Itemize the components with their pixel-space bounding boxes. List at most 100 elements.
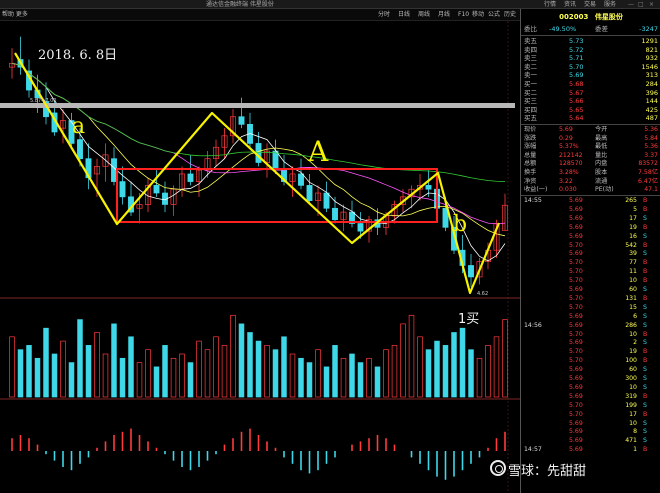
tick-side: S [643,419,647,427]
tick-price: 5.69 [569,312,583,320]
order-price: 5.65 [569,105,584,114]
order-book-row[interactable]: 买三 5.66 144 [521,97,660,105]
tick-price: 5.69 [569,250,583,258]
minimize-icon[interactable]: — [628,0,634,9]
toolbar-weekly[interactable]: 周线 [418,10,430,20]
volume-bar [289,353,296,398]
tick-side: B [643,446,648,454]
tick-side: B [643,348,648,356]
tick-price: 5.70 [569,348,583,356]
candle-body [187,173,194,182]
ratio-label: 委比 [524,25,537,33]
toolbar-formula[interactable]: 公式 [488,10,500,20]
candles [9,36,508,287]
toolbar-monthly[interactable]: 月线 [438,10,450,20]
tick-time: 14:56 [524,321,542,329]
window-title-bar: 通达信金融终端 伟星股份 行情 资讯 交易 服务 — □ × [0,0,660,9]
order-book-row[interactable]: 卖三 5.71 932 [521,54,660,62]
toolbar-history[interactable]: 历史 [504,10,516,20]
order-book-row[interactable]: 买四 5.65 425 [521,106,660,114]
order-price: 5.66 [569,97,584,106]
volume-bar [255,340,262,398]
chart-grid [0,21,520,493]
volume-bar [230,314,236,398]
quote-row: 换手 3.28% 股本 7.58亿 [521,169,660,178]
quote-label: 内盘 [595,160,608,168]
volume-bar [476,357,483,398]
quote-value: 0.29 [559,134,573,142]
volume-bar [34,357,41,398]
tick-price: 5.69 [569,392,583,400]
tick-row: 5.69 17 S [521,215,660,224]
close-icon[interactable]: × [649,0,654,9]
order-book-row[interactable]: 买五 5.64 487 [521,114,660,122]
order-book-row[interactable]: 买二 5.67 396 [521,89,660,97]
tick-time: 14:57 [524,446,542,454]
menu-item-service[interactable]: 服务 [604,0,616,9]
quote-row: 涨跌 0.29 最高 5.84 [521,135,660,144]
menu-item-market[interactable]: 行情 [544,0,556,9]
toolbar-intraday[interactable]: 分时 [378,10,390,20]
tick-row: 5.69 6 S [521,313,660,322]
tick-volume: 542 [625,241,637,249]
tick-price: 5.70 [569,268,583,276]
order-level-label: 买一 [524,80,537,88]
toolbar-daily[interactable]: 日线 [398,10,410,20]
stock-header: 002003 伟星股份 [521,11,660,23]
resistance-label: 5.87↔7.00 [30,98,56,104]
order-book-row[interactable]: 卖五 5.73 1291 [521,37,660,45]
order-book-row[interactable]: 卖四 5.72 821 [521,46,660,54]
toolbar-move[interactable]: 移动 [472,10,484,20]
window-title: 通达信金融终端 伟星股份 [206,1,274,8]
tick-side: S [643,401,647,409]
order-book-row[interactable]: 卖一 5.69 313 [521,71,660,79]
resistance-band [0,103,515,108]
volume-bar [213,336,219,398]
volume-bar [187,362,194,398]
tick-price: 5.70 [569,401,583,409]
volume-bar [26,345,32,398]
tick-time: 14:55 [524,197,542,204]
quote-label: 收益(一) [524,186,548,194]
candle-body [238,116,245,125]
tick-row: 5.70 11 B [521,268,660,277]
tick-price: 5.70 [569,277,583,285]
tick-price: 5.70 [569,294,583,302]
volume-bar [68,362,75,398]
chart-toolbar: 帮助 更多 分时 日线 周线 月线 F10 移动 公式 历史 [0,9,520,21]
maximize-icon[interactable]: □ [638,0,644,9]
menu-item-news[interactable]: 资讯 [564,0,576,9]
volume-bar [9,336,15,398]
candle-body [306,185,313,201]
low-label: 4.62 [477,291,488,297]
toolbar-help[interactable]: 帮助 更多 [2,10,28,20]
tick-volume: 100 [625,357,637,365]
candle-body [357,223,364,232]
toolbar-f10[interactable]: F10 [458,10,469,20]
order-book-row[interactable]: 卖二 5.70 1546 [521,63,660,71]
quote-row: 总量 212142 量比 3.37 [521,152,660,161]
tick-side: B [643,330,648,338]
quote-value: 5.37% [559,143,579,151]
candle-body [425,185,432,190]
order-book-row[interactable]: 买一 5.68 284 [521,80,660,88]
volume-bar [434,340,440,398]
candle-body [323,192,330,209]
volume-bar [442,345,449,398]
tick-volume: 19 [629,223,637,231]
menu-item-trade[interactable]: 交易 [584,0,596,9]
kline-chart-area[interactable]: a Ab 1买 5.87↔7.00 4.62 2018. 6. 8日 [0,21,520,493]
quote-value: 0.030 [559,186,577,194]
volume-bar [51,353,58,398]
order-level-label: 买五 [524,114,537,123]
quote-label: 净资 [524,177,537,185]
tick-volume: 265 [625,197,637,204]
tick-price: 5.69 [569,437,583,445]
tick-side: S [643,214,647,222]
order-level-label: 卖五 [524,37,537,45]
tick-price: 5.69 [569,223,583,231]
volume-bar [264,345,270,398]
kline-chart[interactable]: a Ab 1买 5.87↔7.00 4.62 [0,21,520,493]
tick-row: 5.69 2 S [521,339,660,348]
tick-price: 5.69 [569,446,583,454]
